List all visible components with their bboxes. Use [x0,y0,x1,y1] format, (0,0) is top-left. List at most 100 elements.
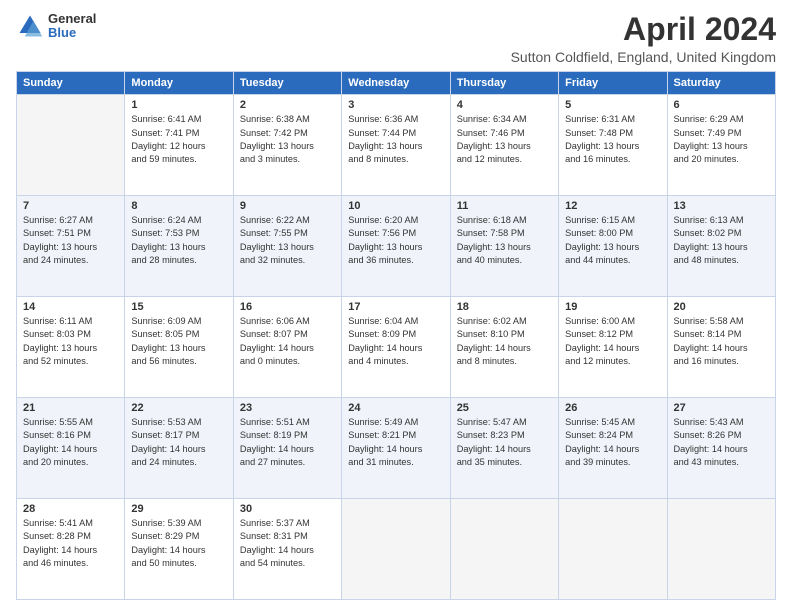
day-number: 4 [457,99,552,111]
day-info: Sunrise: 6:00 AMSunset: 8:12 PMDaylight:… [565,315,660,368]
calendar-cell [559,499,667,600]
calendar-cell: 24 Sunrise: 5:49 AMSunset: 8:21 PMDayligh… [342,398,450,499]
day-info: Sunrise: 6:13 AMSunset: 8:02 PMDaylight:… [674,214,769,267]
day-info: Sunrise: 5:53 AMSunset: 8:17 PMDaylight:… [131,416,226,469]
day-number: 1 [131,99,226,111]
day-info: Sunrise: 5:39 AMSunset: 8:29 PMDaylight:… [131,517,226,570]
day-info: Sunrise: 6:04 AMSunset: 8:09 PMDaylight:… [348,315,443,368]
day-info: Sunrise: 6:22 AMSunset: 7:55 PMDaylight:… [240,214,335,267]
calendar-cell: 3 Sunrise: 6:36 AMSunset: 7:44 PMDaylight… [342,95,450,196]
col-sunday: Sunday [17,72,125,95]
day-info: Sunrise: 5:58 AMSunset: 8:14 PMDaylight:… [674,315,769,368]
day-number: 21 [23,402,118,414]
day-info: Sunrise: 5:41 AMSunset: 8:28 PMDaylight:… [23,517,118,570]
day-number: 11 [457,200,552,212]
col-saturday: Saturday [667,72,775,95]
day-number: 28 [23,503,118,515]
day-info: Sunrise: 5:37 AMSunset: 8:31 PMDaylight:… [240,517,335,570]
day-number: 24 [348,402,443,414]
page: General Blue April 2024 Sutton Coldfield… [0,0,792,612]
day-number: 23 [240,402,335,414]
calendar-cell: 11 Sunrise: 6:18 AMSunset: 7:58 PMDayligh… [450,196,558,297]
day-info: Sunrise: 6:15 AMSunset: 8:00 PMDaylight:… [565,214,660,267]
calendar-cell: 26Sunrise: 5:45 AMSunset: 8:24 PMDayligh… [559,398,667,499]
calendar-week-row: 21 Sunrise: 5:55 AMSunset: 8:16 PMDayligh… [17,398,776,499]
day-info: Sunrise: 5:47 AMSunset: 8:23 PMDaylight:… [457,416,552,469]
day-number: 7 [23,200,118,212]
calendar-cell: 21 Sunrise: 5:55 AMSunset: 8:16 PMDayligh… [17,398,125,499]
day-info: Sunrise: 5:49 AMSunset: 8:21 PMDaylight:… [348,416,443,469]
day-info: Sunrise: 6:27 AMSunset: 7:51 PMDaylight:… [23,214,118,267]
calendar-cell: 27Sunrise: 5:43 AMSunset: 8:26 PMDayligh… [667,398,775,499]
calendar-cell [17,95,125,196]
main-title: April 2024 [511,12,776,47]
calendar-cell: 19 Sunrise: 6:00 AMSunset: 8:12 PMDayligh… [559,297,667,398]
calendar-cell: 25 Sunrise: 5:47 AMSunset: 8:23 PMDayligh… [450,398,558,499]
day-number: 14 [23,301,118,313]
day-number: 25 [457,402,552,414]
day-info: Sunrise: 6:36 AMSunset: 7:44 PMDaylight:… [348,113,443,166]
calendar-body: 1Sunrise: 6:41 AMSunset: 7:41 PMDaylight… [17,95,776,600]
calendar-cell: 30 Sunrise: 5:37 AMSunset: 8:31 PMDayligh… [233,499,341,600]
day-number: 8 [131,200,226,212]
calendar-cell: 12 Sunrise: 6:15 AMSunset: 8:00 PMDayligh… [559,196,667,297]
day-number: 12 [565,200,660,212]
day-info: Sunrise: 6:18 AMSunset: 7:58 PMDaylight:… [457,214,552,267]
col-wednesday: Wednesday [342,72,450,95]
day-number: 3 [348,99,443,111]
day-info: Sunrise: 6:09 AMSunset: 8:05 PMDaylight:… [131,315,226,368]
calendar-cell: 15 Sunrise: 6:09 AMSunset: 8:05 PMDayligh… [125,297,233,398]
day-info: Sunrise: 5:55 AMSunset: 8:16 PMDaylight:… [23,416,118,469]
day-number: 19 [565,301,660,313]
calendar-cell: 18Sunrise: 6:02 AMSunset: 8:10 PMDayligh… [450,297,558,398]
day-number: 22 [131,402,226,414]
calendar-cell: 20 Sunrise: 5:58 AMSunset: 8:14 PMDayligh… [667,297,775,398]
day-number: 30 [240,503,335,515]
calendar-cell: 22 Sunrise: 5:53 AMSunset: 8:17 PMDayligh… [125,398,233,499]
col-friday: Friday [559,72,667,95]
day-number: 15 [131,301,226,313]
col-tuesday: Tuesday [233,72,341,95]
calendar-cell: 13 Sunrise: 6:13 AMSunset: 8:02 PMDayligh… [667,196,775,297]
calendar-week-row: 14Sunrise: 6:11 AMSunset: 8:03 PMDayligh… [17,297,776,398]
logo-blue: Blue [48,26,96,40]
calendar-week-row: 28 Sunrise: 5:41 AMSunset: 8:28 PMDayligh… [17,499,776,600]
day-number: 13 [674,200,769,212]
day-number: 9 [240,200,335,212]
day-info: Sunrise: 6:34 AMSunset: 7:46 PMDaylight:… [457,113,552,166]
subtitle: Sutton Coldfield, England, United Kingdo… [511,49,776,65]
calendar-table: Sunday Monday Tuesday Wednesday Thursday… [16,71,776,600]
calendar-cell: 14Sunrise: 6:11 AMSunset: 8:03 PMDayligh… [17,297,125,398]
day-number: 20 [674,301,769,313]
calendar-header: Sunday Monday Tuesday Wednesday Thursday… [17,72,776,95]
col-thursday: Thursday [450,72,558,95]
calendar-cell: 2 Sunrise: 6:38 AMSunset: 7:42 PMDaylight… [233,95,341,196]
logo-text: General Blue [48,12,96,41]
calendar-cell [667,499,775,600]
logo: General Blue [16,12,96,41]
day-number: 6 [674,99,769,111]
day-number: 2 [240,99,335,111]
calendar-cell [342,499,450,600]
day-number: 17 [348,301,443,313]
calendar-cell: 16Sunrise: 6:06 AMSunset: 8:07 PMDayligh… [233,297,341,398]
calendar-cell: 6 Sunrise: 6:29 AMSunset: 7:49 PMDaylight… [667,95,775,196]
day-info: Sunrise: 6:02 AMSunset: 8:10 PMDaylight:… [457,315,552,368]
col-monday: Monday [125,72,233,95]
logo-general: General [48,12,96,26]
day-info: Sunrise: 6:20 AMSunset: 7:56 PMDaylight:… [348,214,443,267]
calendar-week-row: 7 Sunrise: 6:27 AMSunset: 7:51 PMDaylight… [17,196,776,297]
header: General Blue April 2024 Sutton Coldfield… [16,12,776,65]
calendar-cell: 5Sunrise: 6:31 AMSunset: 7:48 PMDaylight… [559,95,667,196]
day-number: 5 [565,99,660,111]
day-info: Sunrise: 6:38 AMSunset: 7:42 PMDaylight:… [240,113,335,166]
calendar-cell: 17 Sunrise: 6:04 AMSunset: 8:09 PMDayligh… [342,297,450,398]
day-info: Sunrise: 6:29 AMSunset: 7:49 PMDaylight:… [674,113,769,166]
calendar-cell: 28 Sunrise: 5:41 AMSunset: 8:28 PMDayligh… [17,499,125,600]
logo-icon [16,12,44,40]
day-number: 29 [131,503,226,515]
calendar-cell: 8Sunrise: 6:24 AMSunset: 7:53 PMDaylight… [125,196,233,297]
calendar-cell: 9 Sunrise: 6:22 AMSunset: 7:55 PMDaylight… [233,196,341,297]
calendar-cell: 1Sunrise: 6:41 AMSunset: 7:41 PMDaylight… [125,95,233,196]
title-block: April 2024 Sutton Coldfield, England, Un… [511,12,776,65]
